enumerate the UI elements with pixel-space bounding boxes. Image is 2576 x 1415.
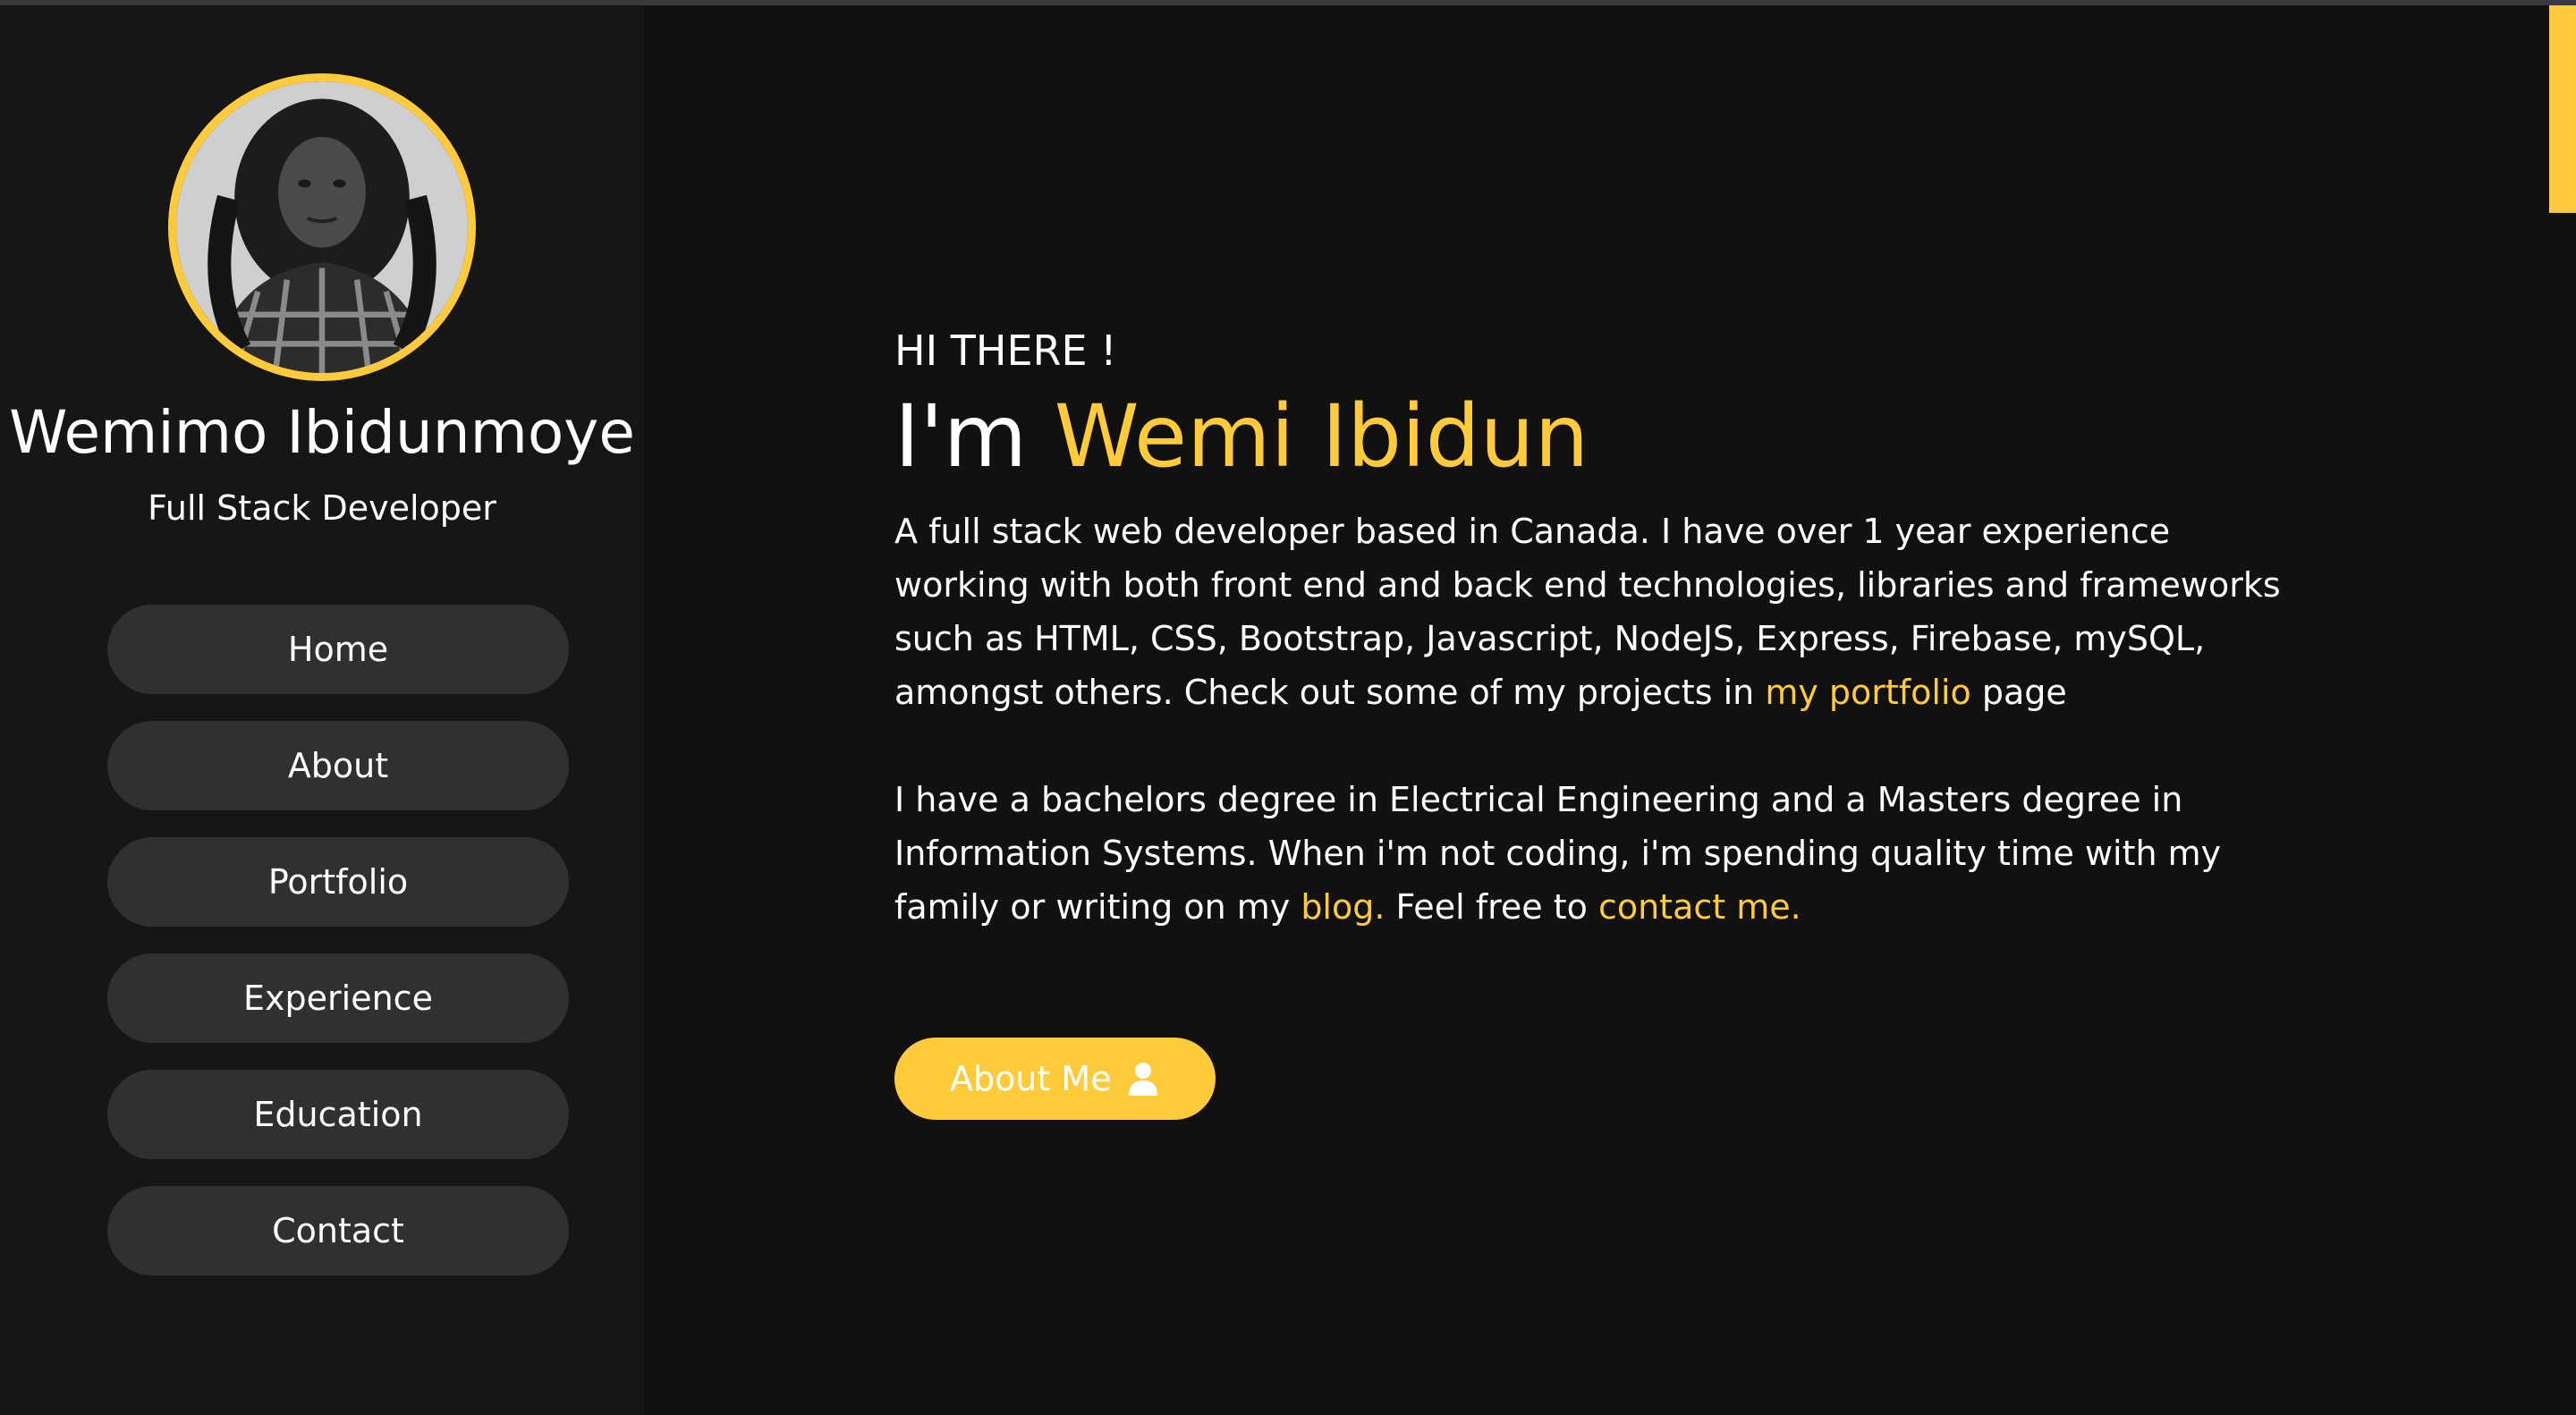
nav-contact-label: Contact xyxy=(272,1211,404,1250)
bio-paragraph: I have a bachelors degree in Electrical … xyxy=(894,773,2308,934)
bio-text-mid: Feel free to xyxy=(1385,887,1598,927)
contact-link[interactable]: contact me. xyxy=(1598,887,1801,927)
nav-education-label: Education xyxy=(253,1095,423,1134)
headline-prefix: I'm xyxy=(894,386,1055,487)
about-me-label: About Me xyxy=(950,1059,1112,1098)
nav-experience-label: Experience xyxy=(243,979,433,1018)
profile-role: Full Stack Developer xyxy=(148,488,496,528)
nav-education-button[interactable]: Education xyxy=(107,1070,569,1159)
about-me-button[interactable]: About Me xyxy=(894,1038,1216,1120)
blog-link[interactable]: blog. xyxy=(1301,887,1385,927)
scrollbar-thumb[interactable] xyxy=(2549,5,2576,213)
profile-photo-icon xyxy=(176,81,468,373)
intro-text-end: page xyxy=(1970,673,2067,712)
nav-about-label: About xyxy=(287,746,389,785)
nav-contact-button[interactable]: Contact xyxy=(107,1186,569,1275)
nav-home-label: Home xyxy=(287,630,389,669)
nav-portfolio-button[interactable]: Portfolio xyxy=(107,837,569,927)
portfolio-link[interactable]: my portfolio xyxy=(1765,673,1970,712)
greeting-text: HI THERE ! xyxy=(894,326,1117,375)
nav-home-button[interactable]: Home xyxy=(107,605,569,694)
user-icon xyxy=(1128,1062,1158,1096)
intro-text: A full stack web developer based in Cana… xyxy=(894,512,2281,712)
avatar xyxy=(168,73,476,381)
nav-experience-button[interactable]: Experience xyxy=(107,953,569,1043)
nav-portfolio-label: Portfolio xyxy=(267,862,409,902)
scrollbar-track[interactable] xyxy=(2549,5,2576,1415)
sidebar: Wemimo Ibidunmoye Full Stack Developer H… xyxy=(0,5,644,1415)
hero-section: HI THERE ! I'm Wemi Ibidun A full stack … xyxy=(894,322,2343,1120)
headline-name: Wemi Ibidun xyxy=(1054,386,1589,487)
hero-headline: I'm Wemi Ibidun xyxy=(894,385,2343,488)
intro-paragraph: A full stack web developer based in Cana… xyxy=(894,504,2308,719)
profile-name: Wemimo Ibidunmoye xyxy=(9,398,635,467)
sidebar-nav: Home About Portfolio Experience Educatio… xyxy=(107,605,569,1302)
nav-about-button[interactable]: About xyxy=(107,721,569,810)
